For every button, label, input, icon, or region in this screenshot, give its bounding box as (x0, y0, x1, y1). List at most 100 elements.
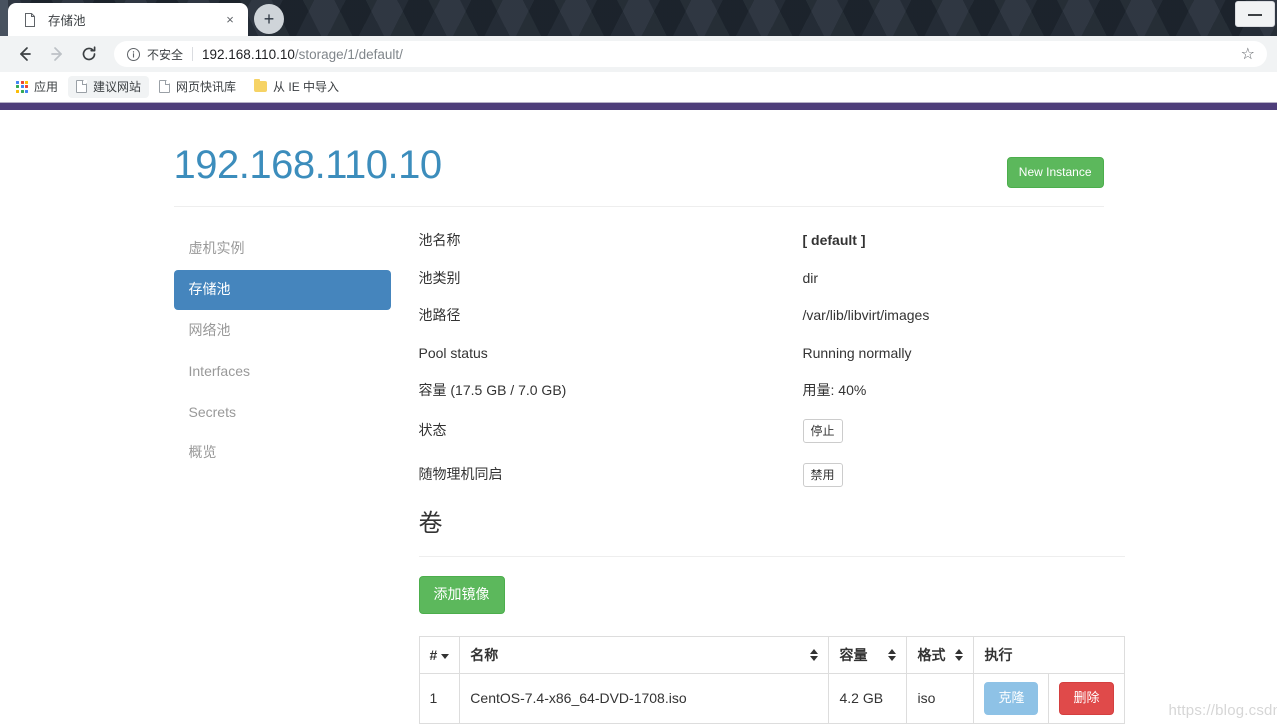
browser-window: 存储池 × + 不安全 192.168.110.10/storage/1/def… (0, 0, 1277, 725)
url-path: /storage/1/default/ (294, 46, 403, 62)
header-divider (173, 206, 1104, 208)
pool-stop-button[interactable]: 停止 (802, 419, 843, 443)
sidebar-item-overview[interactable]: 概览 (174, 433, 391, 473)
detail-row: 池名称 [ default ] (419, 231, 1125, 251)
detail-value: [ default ] (803, 231, 1125, 251)
detail-label: 状态 (418, 422, 447, 439)
new-tab-button[interactable]: + (254, 4, 284, 34)
pool-name-value: [ default ] (802, 232, 866, 249)
detail-label: 随物理机同启 (418, 466, 503, 483)
sidebar-item-network-pool[interactable]: 网络池 (174, 311, 391, 351)
site-navbar (0, 102, 1277, 110)
tab-strip: 存储池 × + (0, 0, 1277, 36)
column-label: 格式 (917, 647, 946, 664)
omnibox-divider (192, 47, 194, 61)
detail-label: Pool status (418, 344, 488, 361)
detail-row: 池类别 dir (419, 269, 1125, 289)
detail-label: 池路径 (418, 307, 461, 324)
detail-row: 状态 停止 (419, 419, 1125, 443)
bookmark-star-icon[interactable]: ☆ (1231, 44, 1255, 64)
delete-button[interactable]: 删除 (1059, 682, 1114, 715)
add-image-button[interactable]: 添加镜像 (418, 576, 505, 615)
column-header-format[interactable]: 格式 (906, 636, 975, 675)
column-header-capacity[interactable]: 容量 (828, 636, 908, 675)
table-row: 1 CentOS-7.4-x86_64-DVD-1708.iso 4.2 GB … (418, 673, 1125, 724)
new-instance-button[interactable]: New Instance (1006, 157, 1104, 189)
volumes-table: # 名称 容量 格式 执行 1 CentOS-7.4-x86_64-DVD-17… (418, 636, 1125, 724)
detail-label: 池类别 (418, 269, 461, 286)
forward-arrow-icon[interactable] (42, 39, 72, 69)
security-status-label: 不安全 (147, 47, 184, 62)
document-icon (22, 12, 38, 28)
column-label: 容量 (839, 647, 868, 664)
detail-value: 用量: 40% (802, 382, 867, 399)
bookmark-label: 应用 (34, 80, 59, 94)
back-arrow-icon[interactable] (10, 39, 40, 69)
document-icon (159, 80, 171, 93)
clone-button[interactable]: 克隆 (984, 682, 1039, 715)
address-bar[interactable]: 不安全 192.168.110.10/storage/1/default/ ☆ (114, 41, 1267, 67)
bookmark-web-news[interactable]: 网页快讯库 (151, 76, 244, 98)
column-label: 执行 (984, 647, 1013, 664)
detail-row: 容量 (17.5 GB / 7.0 GB) 用量: 40% (419, 381, 1125, 401)
cell-clone-action: 克隆 (973, 673, 1050, 724)
watermark-text: https://blog.csdn.net/weixin_44441773 (1168, 702, 1277, 719)
bookmark-suggested-sites[interactable]: 建议网站 (68, 75, 150, 98)
detail-value: Running normally (802, 344, 912, 361)
tab-strip-left-edge (0, 0, 8, 36)
detail-value: /var/lib/libvirt/images (802, 307, 930, 324)
sidebar-item-secrets[interactable]: Secrets (174, 393, 391, 433)
url-host: 192.168.110.10 (202, 46, 295, 62)
volumes-heading: 卷 (418, 510, 443, 537)
column-header-actions: 执行 (973, 636, 1125, 675)
detail-panel: 池名称 [ default ] 池类别 dir 池路径 /var/lib/lib… (406, 229, 1125, 724)
folder-icon (254, 79, 268, 92)
page-content: 192.168.110.10 New Instance 虚机实例 存储池 网络池… (0, 110, 1277, 724)
bookmark-label: 从 IE 中导入 (273, 80, 340, 94)
reload-icon[interactable] (74, 39, 104, 69)
sidebar-item-storage-pool[interactable]: 存储池 (173, 269, 391, 310)
sort-both-icon (810, 648, 819, 662)
sort-both-icon (955, 648, 964, 662)
bookmark-label: 网页快讯库 (176, 80, 237, 94)
pool-autostart-button[interactable]: 禁用 (802, 463, 843, 487)
sidebar-item-interfaces[interactable]: Interfaces (174, 352, 391, 392)
column-header-name[interactable]: 名称 (459, 636, 830, 675)
bookmark-apps[interactable]: 应用 (8, 76, 66, 98)
detail-value: 停止 (802, 419, 1125, 443)
document-icon (76, 80, 88, 93)
volumes-divider (418, 556, 1125, 558)
bookmark-import-from-ie[interactable]: 从 IE 中导入 (246, 76, 347, 98)
column-label: # (429, 647, 438, 664)
apps-grid-icon (16, 80, 28, 93)
detail-label: 容量 (17.5 GB / 7.0 GB) (418, 382, 567, 399)
bookmark-label: 建议网站 (93, 80, 142, 94)
main-body: 虚机实例 存储池 网络池 Interfaces Secrets 概览 池名称 [… (173, 229, 1125, 724)
sort-both-icon (888, 648, 897, 662)
page-header: 192.168.110.10 New Instance (173, 110, 1104, 189)
info-circle-icon[interactable] (126, 47, 141, 62)
browser-toolbar: 不安全 192.168.110.10/storage/1/default/ ☆ (0, 36, 1277, 72)
column-label: 名称 (470, 647, 499, 664)
pool-detail-list: 池名称 [ default ] 池类别 dir 池路径 /var/lib/lib… (419, 231, 1125, 487)
close-icon[interactable]: × (220, 10, 240, 30)
url-text: 192.168.110.10/storage/1/default/ (202, 47, 403, 62)
tab-title: 存储池 (48, 14, 86, 28)
detail-row: 池路径 /var/lib/libvirt/images (419, 306, 1125, 326)
volumes-table-body: 1 CentOS-7.4-x86_64-DVD-1708.iso 4.2 GB … (418, 673, 1125, 724)
detail-row: Pool status Running normally (419, 344, 1125, 364)
cell-capacity: 4.2 GB (828, 673, 908, 724)
minimize-icon[interactable] (1235, 1, 1275, 27)
column-header-index[interactable]: # (418, 636, 461, 675)
sidebar-item-instances[interactable]: 虚机实例 (174, 229, 391, 269)
cell-name: CentOS-7.4-x86_64-DVD-1708.iso (459, 673, 830, 724)
detail-label: 池名称 (418, 232, 461, 249)
cell-format: iso (906, 673, 975, 724)
bookmarks-bar: 应用 建议网站 网页快讯库 从 IE 中导入 (0, 72, 1277, 102)
browser-tab[interactable]: 存储池 × (8, 3, 248, 36)
content-container: 192.168.110.10 New Instance 虚机实例 存储池 网络池… (159, 110, 1277, 724)
volumes-toolbar: 添加镜像 (418, 576, 1125, 615)
sidebar-nav: 虚机实例 存储池 网络池 Interfaces Secrets 概览 (173, 229, 406, 724)
volumes-table-head: # 名称 容量 格式 执行 (418, 636, 1125, 675)
page-title: 192.168.110.10 (173, 143, 443, 187)
